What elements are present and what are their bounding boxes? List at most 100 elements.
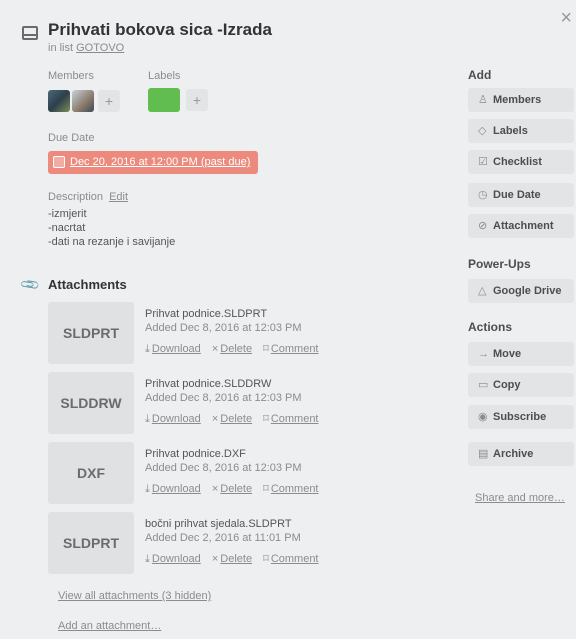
sidebar-button-label: Attachment: [493, 220, 554, 232]
attachment-date: Added Dec 8, 2016 at 12:03 PM: [145, 462, 302, 474]
delete-icon: ×: [211, 343, 219, 355]
description-header: Description Edit: [48, 191, 128, 203]
sidebar-button-label: Google Drive: [493, 285, 562, 297]
attachment-name: Prihvat podnice.DXF: [145, 448, 246, 460]
comment-icon: ⌑: [263, 483, 269, 495]
avatar[interactable]: [48, 90, 70, 112]
arrow-right-icon: →: [478, 348, 489, 360]
attachment-name: bočni prihvat sjedala.SLDPRT: [145, 518, 292, 530]
description-label: Description: [48, 191, 104, 203]
share-and-more-link[interactable]: Share and more…: [475, 492, 565, 504]
delete-link[interactable]: Delete: [220, 553, 252, 565]
sidebar-attachment-button[interactable]: ⊘ Attachment: [468, 214, 574, 238]
attachment-name: Prihvat podnice.SLDPRT: [145, 308, 268, 320]
attachment-name: Prihvat podnice.SLDDRW: [145, 378, 272, 390]
attachment-date: Added Dec 8, 2016 at 12:03 PM: [145, 322, 302, 334]
clock-icon: ◷: [478, 189, 488, 201]
actions-section-heading: Actions: [468, 320, 513, 334]
attachment-actions: ⤓ Download × Delete ⌑ Comment: [145, 412, 319, 426]
download-icon: ⤓: [145, 483, 150, 495]
download-icon: ⤓: [145, 553, 150, 565]
card-title[interactable]: Prihvati bokova sica -Izrada: [48, 20, 272, 40]
sidebar-button-label: Checklist: [493, 156, 542, 168]
add-section-heading: Add: [468, 68, 492, 82]
comment-link[interactable]: Comment: [271, 343, 319, 355]
in-list-prefix: in list: [48, 42, 74, 54]
members-label: Members: [48, 70, 94, 82]
add-member-button[interactable]: +: [98, 90, 120, 112]
attachment-thumbnail[interactable]: SLDPRT: [48, 302, 134, 364]
comment-link[interactable]: Comment: [271, 553, 319, 565]
attachment-date: Added Dec 8, 2016 at 12:03 PM: [145, 392, 302, 404]
attachment-thumbnail[interactable]: SLDDRW: [48, 372, 134, 434]
description-line: -dati na rezanje i savijanje: [48, 236, 176, 248]
in-list-line: in list GOTOVO: [48, 42, 124, 54]
comment-link[interactable]: Comment: [271, 413, 319, 425]
delete-icon: ×: [211, 413, 219, 425]
list-link[interactable]: GOTOVO: [76, 42, 124, 54]
comment-link[interactable]: Comment: [271, 483, 319, 495]
delete-icon: ×: [211, 553, 219, 565]
comment-icon: ⌑: [263, 553, 269, 565]
sidebar-button-label: Copy: [493, 379, 521, 391]
delete-link[interactable]: Delete: [220, 483, 252, 495]
add-label-button[interactable]: +: [186, 89, 208, 111]
download-link[interactable]: Download: [152, 413, 201, 425]
view-all-attachments-link[interactable]: View all attachments (3 hidden): [58, 590, 211, 602]
attachments-title: Attachments: [48, 277, 127, 292]
sidebar-copy-button[interactable]: ▭ Copy: [468, 373, 574, 397]
add-attachment-link[interactable]: Add an attachment…: [58, 620, 161, 632]
checklist-icon: ☑: [478, 156, 488, 168]
eye-icon: ◉: [478, 411, 488, 423]
sidebar-button-label: Labels: [493, 125, 528, 137]
attachment-actions: ⤓ Download × Delete ⌑ Comment: [145, 342, 319, 356]
due-date-badge[interactable]: Dec 20, 2016 at 12:00 PM (past due): [48, 151, 258, 174]
comment-icon: ⌑: [263, 413, 269, 425]
download-link[interactable]: Download: [152, 483, 201, 495]
attachment-thumbnail[interactable]: DXF: [48, 442, 134, 504]
sidebar-subscribe-button[interactable]: ◉ Subscribe: [468, 405, 574, 429]
close-icon[interactable]: ×: [560, 8, 572, 28]
sidebar-google-drive-button[interactable]: △ Google Drive: [468, 279, 574, 303]
download-link[interactable]: Download: [152, 553, 201, 565]
delete-link[interactable]: Delete: [220, 413, 252, 425]
comment-icon: ⌑: [263, 343, 269, 355]
delete-icon: ×: [211, 483, 219, 495]
attachment-actions: ⤓ Download × Delete ⌑ Comment: [145, 482, 319, 496]
sidebar-checklist-button[interactable]: ☑ Checklist: [468, 150, 574, 174]
labels-label: Labels: [148, 70, 181, 82]
sidebar-due-date-button[interactable]: ◷ Due Date: [468, 183, 574, 207]
sidebar-button-label: Archive: [493, 448, 534, 460]
attachment-thumbnail[interactable]: SLDPRT: [48, 512, 134, 574]
google-drive-icon: △: [478, 285, 487, 297]
due-date-value: Dec 20, 2016 at 12:00 PM (past due): [70, 156, 251, 168]
download-icon: ⤓: [145, 413, 150, 425]
sidebar-button-label: Move: [493, 348, 522, 360]
attachment-date: Added Dec 2, 2016 at 11:01 PM: [145, 532, 301, 544]
sidebar-archive-button[interactable]: ▤ Archive: [468, 442, 574, 466]
archive-icon: ▤: [478, 448, 489, 460]
sidebar-move-button[interactable]: → Move: [468, 342, 574, 366]
paperclip-icon: ⊘: [478, 220, 488, 232]
due-complete-checkbox[interactable]: [53, 156, 65, 168]
card-detail-window: × Prihvati bokova sica -Izrada in list G…: [0, 0, 576, 639]
person-icon: ♙: [478, 94, 488, 106]
sidebar-labels-button[interactable]: ◇ Labels: [468, 119, 574, 143]
due-date-label: Due Date: [48, 132, 95, 144]
avatar[interactable]: [72, 90, 94, 112]
sidebar-members-button[interactable]: ♙ Members: [468, 88, 574, 112]
sidebar-button-label: Subscribe: [493, 411, 547, 423]
description-line: -nacrtat: [48, 222, 86, 234]
sidebar-button-label: Due Date: [493, 189, 541, 201]
download-icon: ⤓: [145, 343, 150, 355]
copy-icon: ▭: [478, 379, 489, 391]
card-icon: [22, 26, 38, 40]
tag-icon: ◇: [478, 125, 487, 137]
attachment-actions: ⤓ Download × Delete ⌑ Comment: [145, 552, 319, 566]
label-green[interactable]: [148, 88, 180, 112]
edit-description-link[interactable]: Edit: [109, 191, 128, 203]
delete-link[interactable]: Delete: [220, 343, 252, 355]
download-link[interactable]: Download: [152, 343, 201, 355]
paperclip-icon: 📎: [18, 273, 41, 296]
powerups-section-heading: Power-Ups: [468, 257, 531, 271]
